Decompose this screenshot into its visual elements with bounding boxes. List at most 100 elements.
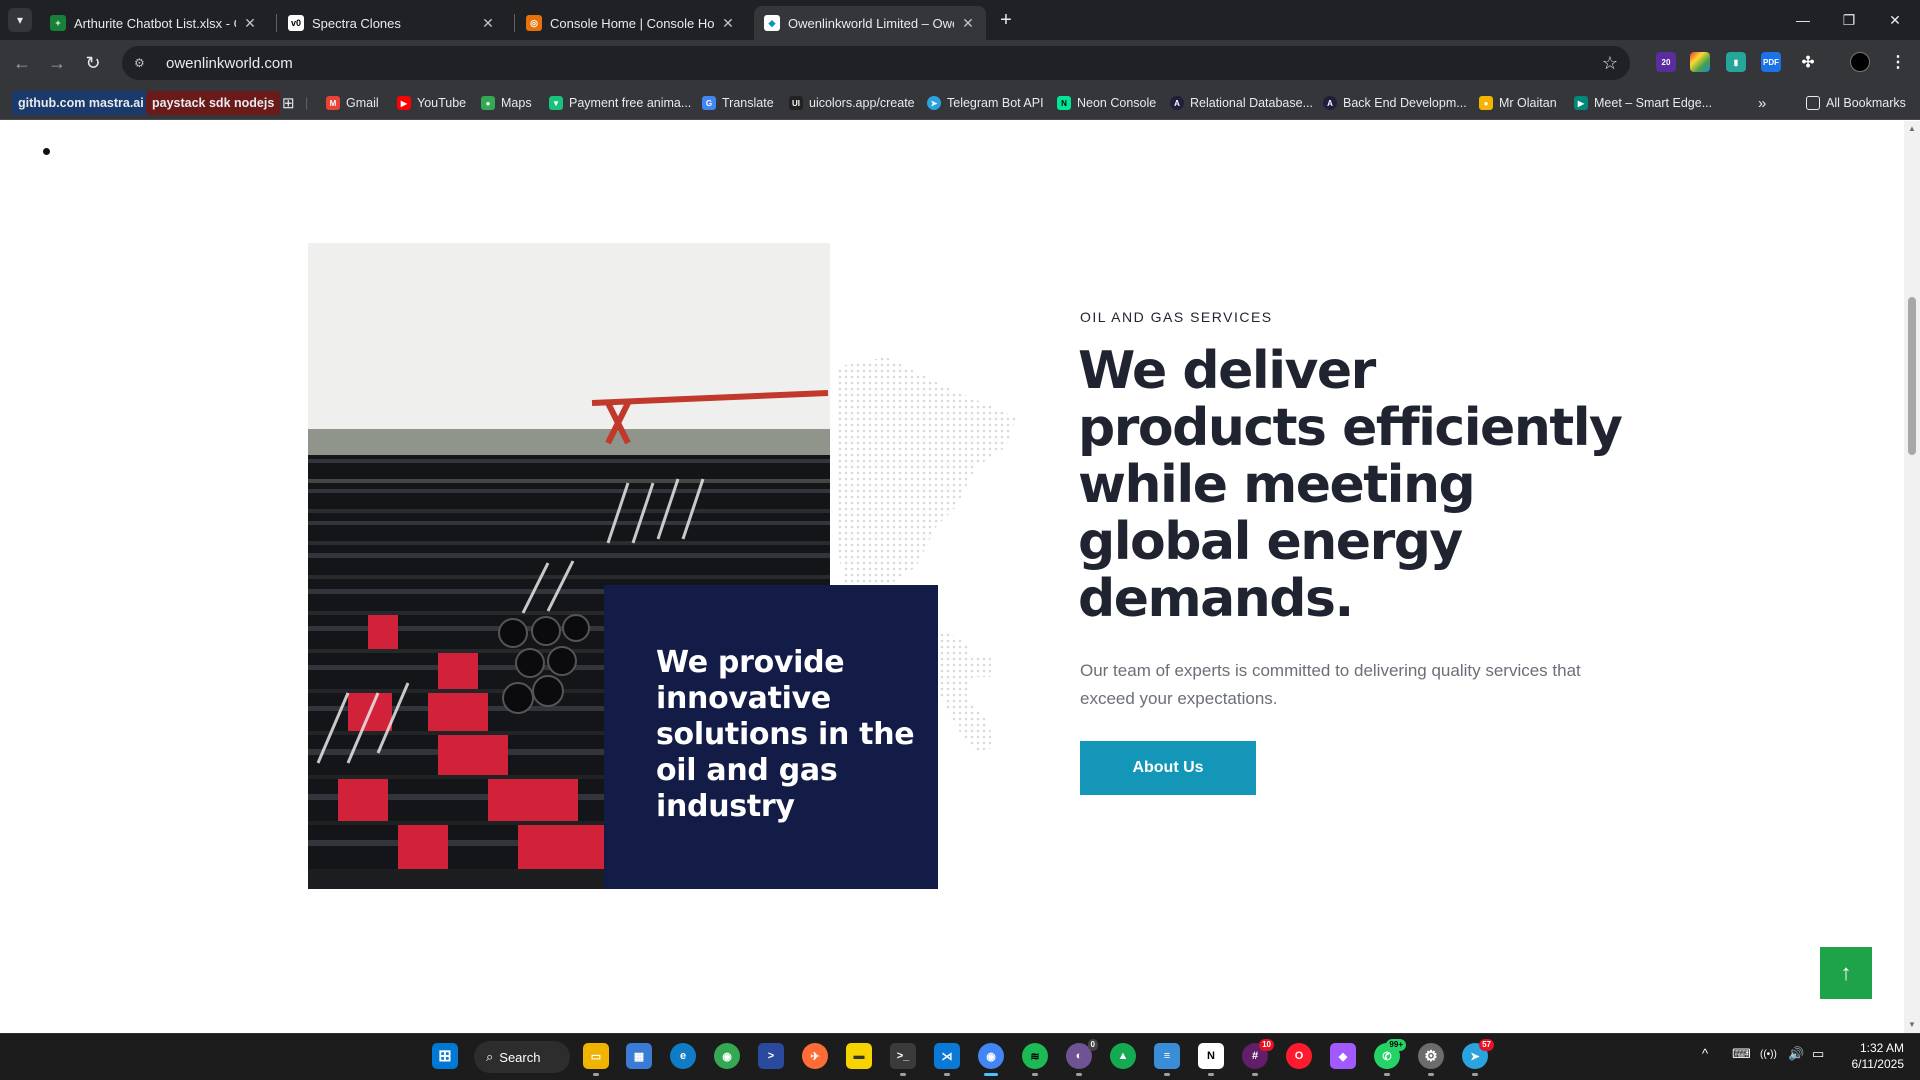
running-indicator <box>1472 1073 1478 1076</box>
search-icon: ⌕ <box>486 1049 494 1064</box>
chrome-active-icon[interactable]: ◉ <box>978 1043 1004 1069</box>
all-bookmarks-button[interactable]: All Bookmarks <box>1806 91 1906 115</box>
battery-icon[interactable]: ▭ <box>1812 1046 1824 1062</box>
bookmark-github-mastra[interactable]: github.com mastra.ai <box>12 91 150 115</box>
bookmark-meet-smart-edge[interactable]: ▶ Meet – Smart Edge... <box>1574 91 1712 115</box>
postman-icon[interactable]: ✈ <box>802 1043 828 1069</box>
url-text[interactable]: owenlinkworld.com <box>166 55 293 72</box>
close-tab-icon[interactable]: ✕ <box>960 15 976 32</box>
bookmark-relational-database[interactable]: A Relational Database... <box>1170 91 1313 115</box>
figma-icon[interactable]: ◆ <box>1330 1043 1356 1069</box>
back-icon[interactable]: ← <box>8 49 36 77</box>
tab-separator <box>276 14 277 32</box>
settings-icon[interactable]: ⚙ <box>1418 1043 1444 1069</box>
apps-grid-icon[interactable]: ⊞ <box>282 91 295 115</box>
scrollbar-thumb[interactable] <box>1908 297 1916 455</box>
edge-icon[interactable]: e <box>670 1043 696 1069</box>
tab-search-button[interactable]: ▾ <box>8 8 32 32</box>
section-eyebrow: OIL AND GAS SERVICES <box>1080 309 1273 325</box>
tray-overflow-icon[interactable]: ^ <box>1702 1046 1708 1061</box>
ms-store-icon[interactable]: ▦ <box>626 1043 652 1069</box>
volume-icon[interactable]: 🔊 <box>1788 1046 1804 1062</box>
forward-icon[interactable]: → <box>43 49 71 77</box>
bookmark-label: Gmail <box>346 96 379 110</box>
close-tab-icon[interactable]: ✕ <box>720 15 736 32</box>
bookmark-back-end-development[interactable]: A Back End Developm... <box>1323 91 1467 115</box>
bookmark-neon-console[interactable]: N Neon Console <box>1057 91 1156 115</box>
bookmark-mr-olaitan[interactable]: ● Mr Olaitan <box>1479 91 1557 115</box>
tab-extension-icon[interactable]: ▮ <box>1726 52 1746 72</box>
taskbar-search[interactable]: ⌕ Search <box>474 1041 570 1073</box>
translate-icon: G <box>702 96 716 110</box>
close-window-icon[interactable]: ✕ <box>1872 0 1918 40</box>
running-indicator <box>1076 1073 1082 1076</box>
bookmark-gmail[interactable]: M Gmail <box>326 91 379 115</box>
maps-icon: ● <box>481 96 495 110</box>
bookmark-payment-free-anima[interactable]: ▼ Payment free anima... <box>549 91 691 115</box>
bookmark-star-icon[interactable]: ☆ <box>1602 53 1618 74</box>
bookmark-paystack-sdk[interactable]: paystack sdk nodejs <box>146 91 281 115</box>
minimize-icon[interactable]: — <box>1780 0 1826 40</box>
console-icon: ◎ <box>526 15 542 31</box>
tab-arthurite-chatbot-list[interactable]: + Arthurite Chatbot List.xlsx - Go ✕ <box>40 6 268 40</box>
spotify-icon[interactable]: ≋ <box>1022 1043 1048 1069</box>
close-tab-icon[interactable]: ✕ <box>242 15 258 32</box>
notepad-icon[interactable]: ≡ <box>1154 1043 1180 1069</box>
terminal-icon[interactable]: >_ <box>890 1043 916 1069</box>
pdf-extension-icon[interactable]: PDF <box>1761 52 1781 72</box>
file-explorer-icon[interactable]: ▭ <box>583 1043 609 1069</box>
bookmark-telegram-bot-api[interactable]: ➤ Telegram Bot API <box>927 91 1044 115</box>
about-us-button[interactable]: About Us <box>1080 741 1256 795</box>
tab-spectra-clones[interactable]: v0 Spectra Clones ✕ <box>278 6 506 40</box>
notion-icon[interactable]: N <box>1198 1043 1224 1069</box>
bookmark-maps[interactable]: ● Maps <box>481 91 532 115</box>
vscode-icon[interactable]: ⋊ <box>934 1043 960 1069</box>
search-label: Search <box>499 1049 541 1065</box>
notification-badge: 10 <box>1259 1039 1274 1051</box>
taskbar-clock[interactable]: 1:32 AM 6/11/2025 <box>1840 1040 1905 1072</box>
scroll-down-arrow-icon[interactable]: ▼ <box>1907 1019 1917 1029</box>
bookmark-youtube[interactable]: ▶ YouTube <box>397 91 466 115</box>
github-desktop-icon[interactable]: ◐ 0 <box>1066 1039 1098 1069</box>
address-bar[interactable]: ⚙ owenlinkworld.com ☆ <box>122 46 1630 80</box>
back-to-top-button[interactable]: ↑ <box>1820 947 1872 999</box>
opera-icon[interactable]: O <box>1286 1043 1312 1069</box>
page-scrollbar[interactable]: ▲ ▼ <box>1904 121 1920 1033</box>
bookmark-translate[interactable]: G Translate <box>702 91 774 115</box>
new-tab-button[interactable]: + <box>994 8 1018 32</box>
tab-title: Console Home | Console Home <box>550 15 714 31</box>
slack-icon[interactable]: #10 <box>1242 1039 1274 1069</box>
restore-icon[interactable]: ❐ <box>1826 0 1872 40</box>
keyboard-icon[interactable]: ⌨ <box>1732 1046 1751 1062</box>
tab-owenlinkworld[interactable]: ◆ Owenlinkworld Limited – Owen ✕ <box>754 6 986 40</box>
running-indicator <box>1252 1073 1258 1076</box>
chrome-menu-icon[interactable]: ⋮ <box>1888 52 1908 72</box>
sticky-notes-icon[interactable]: ▬ <box>846 1043 872 1069</box>
scroll-up-arrow-icon[interactable]: ▲ <box>1907 123 1917 133</box>
clock-date: 6/11/2025 <box>1851 1057 1905 1071</box>
bookmark-uicolors[interactable]: UI uicolors.app/create <box>789 91 915 115</box>
powershell-icon[interactable]: > <box>758 1043 784 1069</box>
reload-icon[interactable]: ↻ <box>79 49 107 77</box>
running-indicator <box>1164 1073 1170 1076</box>
wifi-icon[interactable]: ((•)) <box>1760 1049 1777 1060</box>
windows-start-icon[interactable]: ⊞ <box>432 1043 458 1069</box>
bookmark-label: github.com mastra.ai <box>18 96 144 110</box>
profile-avatar[interactable] <box>1850 52 1870 72</box>
mongodb-icon[interactable]: ▲ <box>1110 1043 1136 1069</box>
site-info-icon[interactable]: ⚙ <box>134 56 154 70</box>
color-picker-extension-icon[interactable] <box>1690 52 1710 72</box>
bookmarks-overflow-icon[interactable]: » <box>1758 91 1766 115</box>
chrome-icon[interactable]: ◉ <box>714 1043 740 1069</box>
vercel-icon: ▼ <box>549 96 563 110</box>
bookmark-divider: | <box>305 96 309 110</box>
arrow-up-icon: ↑ <box>1840 960 1852 985</box>
tab-console-home[interactable]: ◎ Console Home | Console Home ✕ <box>516 6 746 40</box>
list-bullet <box>43 148 50 155</box>
active-indicator <box>984 1073 998 1076</box>
close-tab-icon[interactable]: ✕ <box>480 15 496 32</box>
whatsapp-icon[interactable]: ✆ 99+ <box>1374 1039 1406 1069</box>
telegram-icon[interactable]: ➤ 57 <box>1462 1039 1494 1069</box>
extension-badge-icon[interactable]: 20 <box>1656 52 1676 72</box>
extensions-puzzle-icon[interactable]: ✣ <box>1798 52 1818 72</box>
